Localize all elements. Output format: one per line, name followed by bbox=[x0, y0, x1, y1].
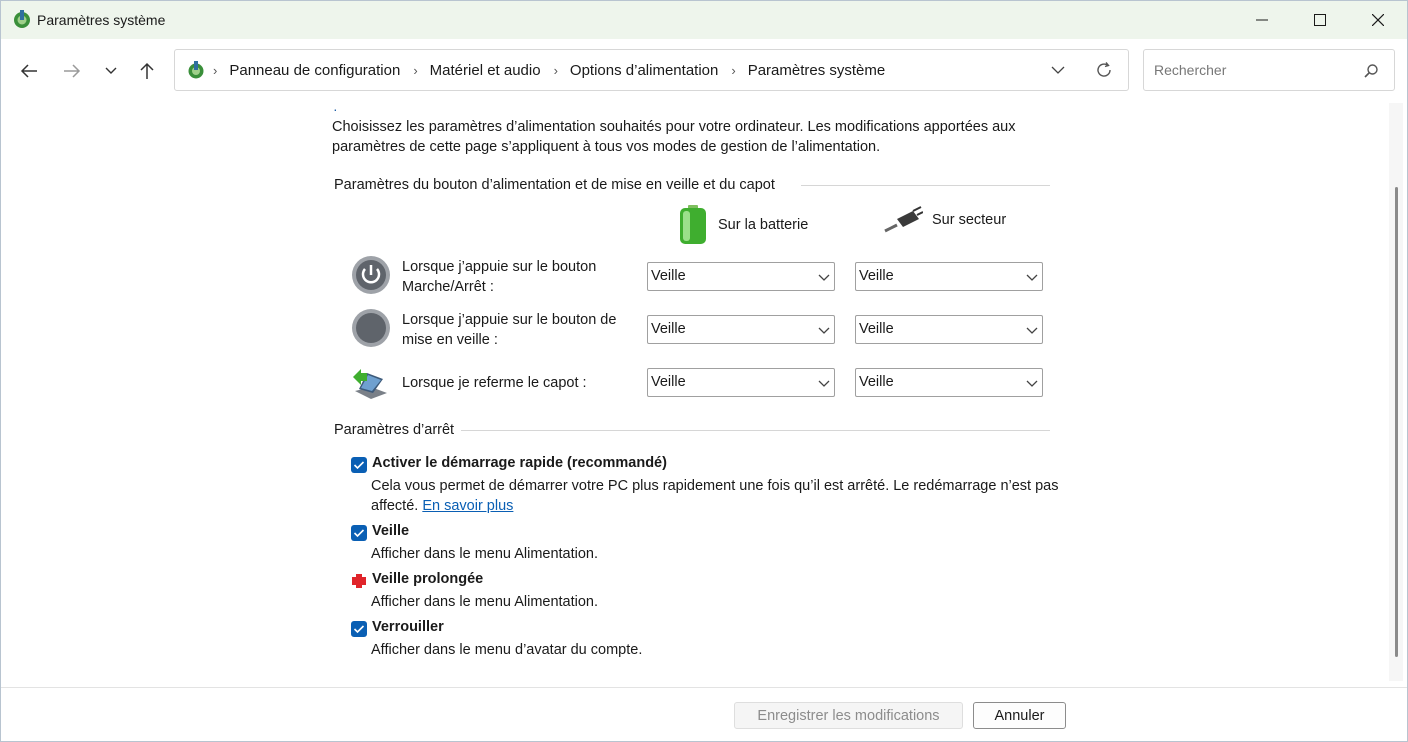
lock-label[interactable]: Verrouiller bbox=[372, 619, 444, 635]
power-button-action-label: Lorsque j’appuie sur le bouton Marche/Ar… bbox=[402, 259, 597, 295]
control-panel-window: Paramètres système › Panneau de configur… bbox=[0, 0, 1408, 742]
lock-checkbox[interactable] bbox=[351, 621, 367, 637]
chevron-down-icon bbox=[1026, 380, 1038, 387]
close-button[interactable] bbox=[1349, 1, 1407, 39]
select-value: Veille bbox=[651, 374, 686, 390]
sleep-checkbox[interactable] bbox=[351, 525, 367, 541]
chevron-right-icon[interactable]: › bbox=[413, 63, 417, 78]
power-plug-icon bbox=[884, 206, 923, 233]
chevron-down-icon bbox=[1026, 327, 1038, 334]
power-button-battery-select[interactable]: Veille bbox=[647, 262, 835, 291]
vertical-scrollbar[interactable] bbox=[1389, 103, 1403, 681]
fast-startup-checkbox[interactable] bbox=[351, 457, 367, 473]
chevron-down-icon bbox=[818, 274, 830, 281]
window-title: Paramètres système bbox=[37, 12, 166, 28]
sleep-description: Afficher dans le menu Alimentation. bbox=[371, 546, 599, 562]
lid-close-battery-select[interactable]: Veille bbox=[647, 368, 835, 397]
hibernate-label[interactable]: Veille prolongée bbox=[372, 571, 483, 587]
title-bar: Paramètres système bbox=[1, 1, 1407, 39]
fast-startup-description: Cela vous permet de démarrer votre PC pl… bbox=[371, 476, 1061, 516]
chevron-down-icon bbox=[1026, 274, 1038, 281]
learn-more-link[interactable]: En savoir plus bbox=[422, 498, 513, 514]
sleep-button-battery-select[interactable]: Veille bbox=[647, 315, 835, 344]
save-changes-button[interactable]: Enregistrer les modifications bbox=[734, 702, 963, 729]
breadcrumb: › Panneau de configuration › Matériel et… bbox=[213, 50, 898, 90]
fast-startup-label[interactable]: Activer le démarrage rapide (recommandé) bbox=[372, 455, 667, 471]
arrow-left-icon bbox=[20, 64, 37, 78]
search-icon bbox=[1364, 64, 1378, 78]
leading-dot: · bbox=[333, 101, 338, 117]
column-header-battery: Sur la batterie bbox=[678, 205, 808, 245]
sleep-button-action-label: Lorsque j’appuie sur le bouton de mise e… bbox=[402, 312, 617, 348]
intro-text: Choisissez les paramètres d’alimentation… bbox=[332, 119, 1016, 155]
chevron-down-icon bbox=[818, 380, 830, 387]
select-value: Veille bbox=[859, 321, 894, 337]
back-button[interactable] bbox=[14, 57, 44, 85]
refresh-icon bbox=[1097, 62, 1111, 77]
power-button-ac-select[interactable]: Veille bbox=[855, 262, 1043, 291]
up-button[interactable] bbox=[132, 57, 162, 85]
navigation-bar: › Panneau de configuration › Matériel et… bbox=[1, 39, 1407, 103]
maximize-icon bbox=[1314, 14, 1326, 26]
chevron-down-icon bbox=[818, 327, 830, 334]
sleep-button-icon bbox=[352, 309, 390, 347]
search-input[interactable]: Rechercher bbox=[1143, 49, 1395, 91]
recent-locations-button[interactable] bbox=[96, 57, 126, 85]
chevron-right-icon: › bbox=[213, 62, 218, 78]
unchecked-marker-icon bbox=[352, 574, 366, 588]
sleep-button-ac-select[interactable]: Veille bbox=[855, 315, 1043, 344]
section-divider bbox=[461, 430, 1050, 431]
settings-content: · Choisissez les paramètres d’alimentati… bbox=[1, 101, 1407, 687]
checkmark-icon bbox=[353, 461, 365, 470]
breadcrumb-power-options[interactable]: Options d’alimentation bbox=[570, 62, 718, 79]
minimize-icon bbox=[1256, 19, 1268, 21]
breadcrumb-control-panel[interactable]: Panneau de configuration bbox=[229, 62, 400, 79]
cancel-button[interactable]: Annuler bbox=[973, 702, 1066, 729]
checkmark-icon bbox=[353, 625, 365, 634]
shutdown-section-title: Paramètres d’arrêt bbox=[334, 422, 455, 438]
column-header-battery-label: Sur la batterie bbox=[718, 217, 809, 233]
checkmark-icon bbox=[353, 529, 365, 538]
hibernate-checkbox[interactable] bbox=[351, 573, 367, 589]
power-options-icon bbox=[14, 10, 30, 28]
address-bar[interactable]: › Panneau de configuration › Matériel et… bbox=[174, 49, 1129, 91]
minimize-button[interactable] bbox=[1233, 1, 1291, 39]
control-panel-icon bbox=[188, 61, 204, 79]
chevron-right-icon[interactable]: › bbox=[554, 63, 558, 78]
column-header-ac-label: Sur secteur bbox=[932, 212, 1007, 228]
power-button-icon bbox=[352, 256, 390, 294]
search-placeholder: Rechercher bbox=[1154, 62, 1227, 78]
lid-close-ac-select[interactable]: Veille bbox=[855, 368, 1043, 397]
footer-bar: Enregistrer les modifications Annuler bbox=[1, 687, 1407, 741]
lid-close-action-label: Lorsque je referme le capot : bbox=[402, 375, 587, 391]
scrollbar-thumb[interactable] bbox=[1395, 187, 1398, 657]
maximize-button[interactable] bbox=[1291, 1, 1349, 39]
breadcrumb-hardware-sound[interactable]: Matériel et audio bbox=[430, 62, 541, 79]
chevron-down-icon bbox=[105, 67, 117, 74]
select-value: Veille bbox=[859, 374, 894, 390]
select-value: Veille bbox=[651, 268, 686, 284]
address-history-button[interactable] bbox=[1046, 60, 1070, 80]
battery-icon bbox=[680, 205, 706, 244]
chevron-down-icon bbox=[1051, 66, 1065, 74]
chevron-right-icon[interactable]: › bbox=[731, 63, 735, 78]
select-value: Veille bbox=[651, 321, 686, 337]
power-buttons-section-title: Paramètres du bouton d’alimentation et d… bbox=[334, 177, 775, 193]
arrow-up-icon bbox=[140, 62, 154, 79]
column-header-ac: Sur secteur bbox=[883, 205, 1006, 235]
hibernate-description: Afficher dans le menu Alimentation. bbox=[371, 594, 599, 610]
sleep-label[interactable]: Veille bbox=[372, 523, 409, 539]
laptop-lid-icon bbox=[353, 369, 387, 399]
close-icon bbox=[1372, 14, 1384, 26]
lock-description: Afficher dans le menu d’avatar du compte… bbox=[371, 642, 643, 658]
arrow-right-icon bbox=[64, 64, 81, 78]
breadcrumb-system-settings[interactable]: Paramètres système bbox=[748, 62, 886, 79]
forward-button[interactable] bbox=[57, 57, 87, 85]
refresh-button[interactable] bbox=[1092, 59, 1116, 81]
select-value: Veille bbox=[859, 268, 894, 284]
section-divider bbox=[801, 185, 1050, 186]
